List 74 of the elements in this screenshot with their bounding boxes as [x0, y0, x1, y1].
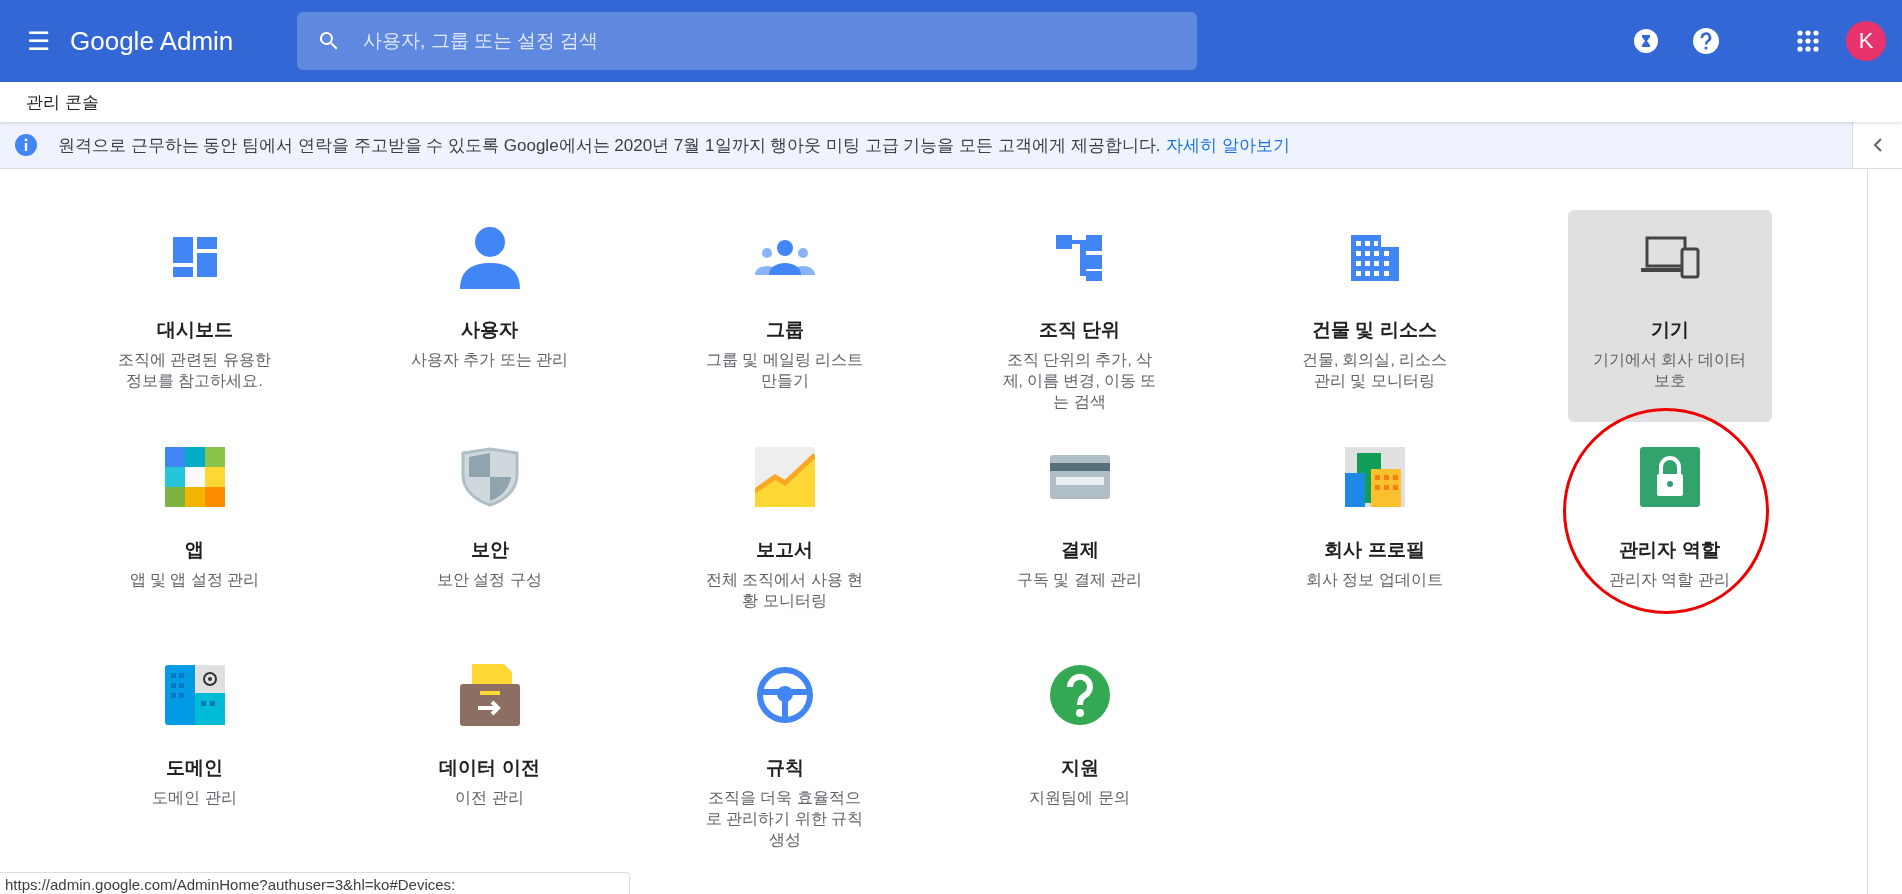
- card-description: 전체 조직에서 사용 현황 모니터링: [705, 570, 864, 611]
- archive-box-icon: [459, 664, 520, 726]
- admin-card[interactable]: 앱 앱 및 앱 설정 관리: [92, 430, 297, 642]
- card-description: 도메인 관리: [151, 788, 238, 808]
- search-bar[interactable]: 사용자, 그룹 또는 설정 검색: [297, 12, 1197, 70]
- card-title: 건물 및 리소스: [1312, 318, 1437, 342]
- admin-card[interactable]: 도메인 도메인 관리: [92, 648, 297, 860]
- padlock-icon: [1639, 447, 1700, 507]
- card-title: 조직 단위: [1038, 318, 1121, 342]
- hourglass-icon: [1633, 28, 1659, 54]
- card-title: 그룹: [765, 318, 804, 342]
- admin-card[interactable]: 대시보드 조직에 관련된 유용한 정보를 참고하세요.: [92, 210, 297, 422]
- card-description: 구독 및 결제 관리: [1016, 570, 1143, 590]
- colorful-tiles-icon: [164, 447, 225, 507]
- card-title: 사용자: [461, 318, 518, 342]
- shield-icon: [460, 447, 519, 507]
- card-description: 이전 관리: [454, 788, 525, 808]
- person-icon: [457, 225, 522, 289]
- user-avatar[interactable]: K: [1846, 21, 1886, 61]
- info-icon: [14, 133, 38, 157]
- card-title: 지원: [1060, 756, 1099, 780]
- menu-button[interactable]: ☰: [20, 23, 56, 59]
- card-title: 도메인: [166, 756, 223, 780]
- card-title: 보고서: [756, 538, 813, 562]
- admin-card[interactable]: 조직 단위 조직 단위의 추가, 삭제, 이름 변경, 이동 또는 검색: [977, 210, 1182, 424]
- admin-card[interactable]: 관리자 역할 관리자 역할 관리: [1567, 430, 1772, 642]
- help-icon: [1692, 27, 1720, 55]
- card-description: 그룹 및 메일링 리스트 만들기: [705, 350, 864, 391]
- steering-wheel-icon: [755, 666, 814, 724]
- search-field[interactable]: 사용자, 그룹 또는 설정 검색: [361, 29, 1177, 53]
- card-description: 기기에서 회사 데이터 보호: [1592, 350, 1747, 391]
- card-title: 대시보드: [156, 318, 233, 342]
- status-bar-url: https://admin.google.com/AdminHome?authuser=3&hl=ko#Devices:: [0, 872, 630, 894]
- question-mark-icon: [1049, 665, 1110, 725]
- credit-card-icon: [1049, 455, 1110, 499]
- card-title: 보안: [470, 538, 509, 562]
- card-title: 기기: [1650, 318, 1689, 342]
- card-title: 데이터 이전: [439, 756, 540, 780]
- learn-more-link[interactable]: 자세히 알아보기: [1166, 135, 1291, 155]
- card-description: 사용자 추가 또는 관리: [410, 350, 569, 370]
- card-description: 조직을 더욱 효율적으로 관리하기 위한 규칙 생성: [705, 788, 864, 850]
- admin-card[interactable]: 보고서 전체 조직에서 사용 현황 모니터링: [682, 430, 887, 642]
- admin-card[interactable]: 건물 및 리소스 건물, 회의실, 리소스 관리 및 모니터링: [1272, 210, 1477, 422]
- breadcrumb: 관리 콘솔: [0, 82, 1902, 122]
- card-description: 지원팀에 문의: [1028, 788, 1131, 808]
- card-description: 조직에 관련된 유용한 정보를 참고하세요.: [117, 350, 272, 391]
- admin-card[interactable]: 보안 보안 설정 구성: [387, 430, 592, 642]
- group-icon: [754, 239, 815, 275]
- card-title: 결제: [1060, 538, 1099, 562]
- app-logo[interactable]: Google Admin: [70, 25, 297, 57]
- laptop-phone-icon: [1639, 235, 1700, 279]
- building-icon: [1348, 233, 1401, 281]
- card-title: 관리자 역할: [1619, 538, 1720, 562]
- card-title: 앱: [185, 538, 204, 562]
- card-title: 규칙: [765, 756, 804, 780]
- admin-card[interactable]: 기기 기기에서 회사 데이터 보호: [1567, 210, 1772, 422]
- card-description: 보안 설정 구성: [436, 570, 543, 590]
- admin-card[interactable]: 그룹 그룹 및 메일링 리스트 만들기: [682, 210, 887, 422]
- card-description: 관리자 역할 관리: [1608, 570, 1731, 590]
- admin-card[interactable]: 회사 프로필 회사 정보 업데이트: [1272, 430, 1477, 642]
- admin-card[interactable]: 규칙 조직을 더욱 효율적으로 관리하기 위한 규칙 생성: [682, 648, 887, 862]
- banner-text: 원격으로 근무하는 동안 팀에서 연락을 주고받을 수 있도록 Google에서는 2020년 7월 1일까지 행아웃 미팅 고급 기능을 모든 고객에게 제공합니다. 자세히 알아보기: [58, 134, 1291, 157]
- card-description: 건물, 회의실, 리소스 관리 및 모니터링: [1300, 350, 1449, 391]
- office-building-icon: [1344, 447, 1405, 507]
- admin-card[interactable]: 지원 지원팀에 문의: [977, 648, 1182, 860]
- admin-card[interactable]: 데이터 이전 이전 관리: [387, 648, 592, 860]
- apps-grid-icon: [1797, 30, 1819, 52]
- card-title: 회사 프로필: [1324, 538, 1425, 562]
- card-description: 조직 단위의 추가, 삭제, 이름 변경, 이동 또는 검색: [1001, 350, 1158, 412]
- card-description: 회사 정보 업데이트: [1305, 570, 1444, 590]
- admin-card[interactable]: 결제 구독 및 결제 관리: [977, 430, 1182, 642]
- chart-icon: [754, 447, 815, 507]
- admin-card[interactable]: 사용자 사용자 추가 또는 관리: [387, 210, 592, 422]
- card-description: 앱 및 앱 설정 관리: [128, 570, 261, 590]
